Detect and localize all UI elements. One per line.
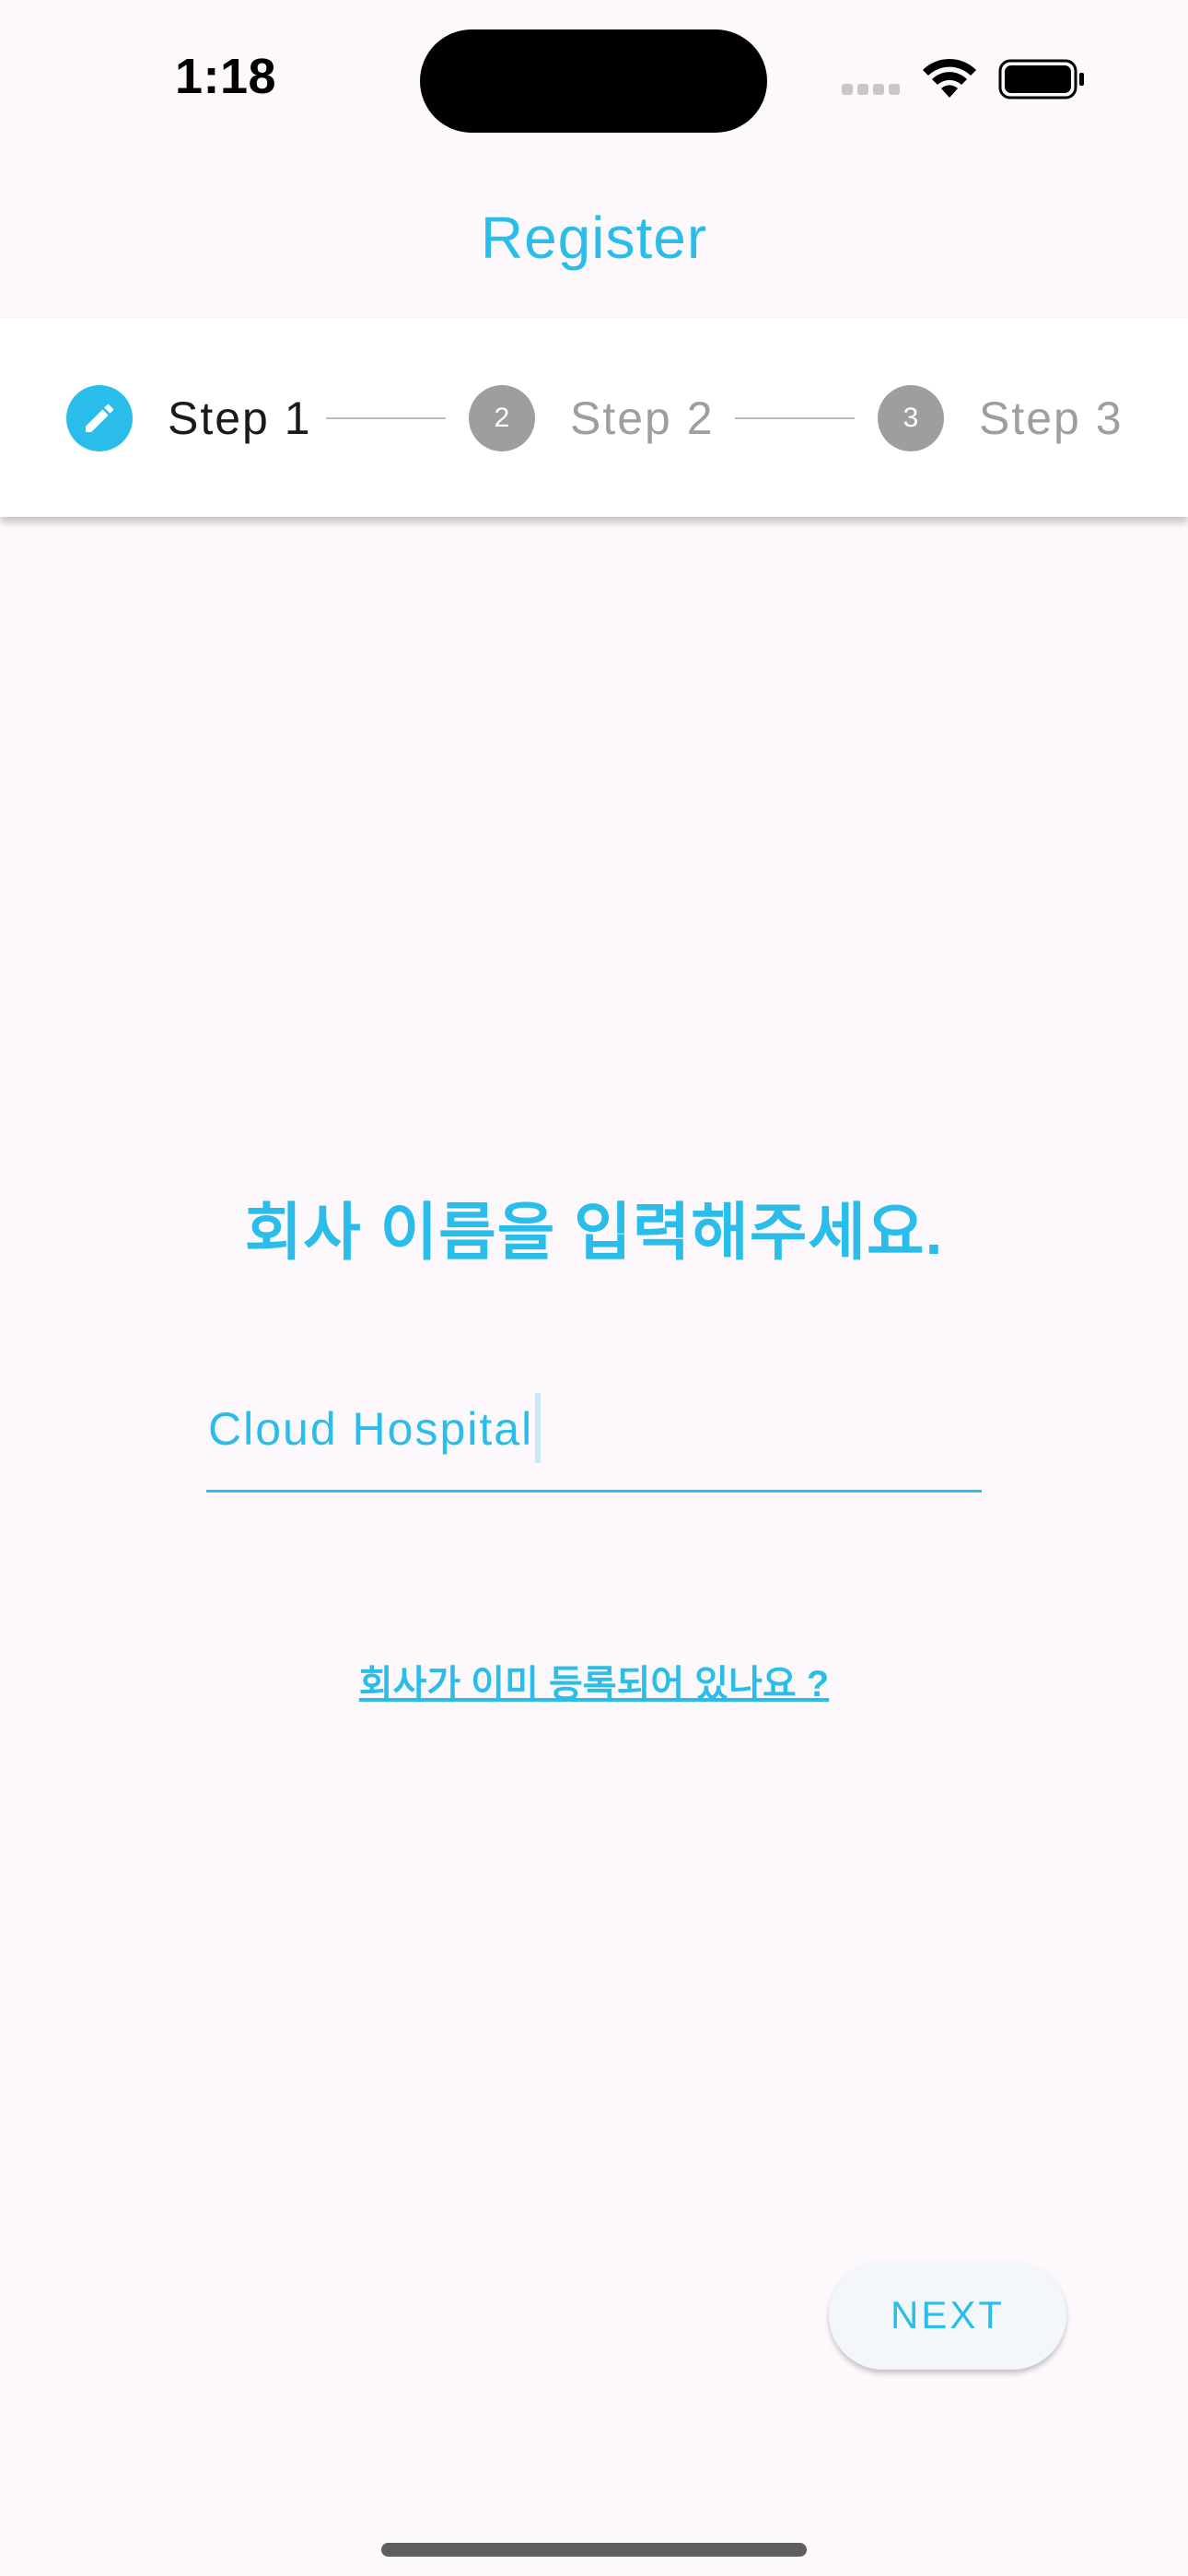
app-bar: Register — [0, 161, 1188, 318]
page-title: Register — [480, 205, 708, 271]
step-connector — [735, 417, 855, 419]
cellular-signal-icon — [842, 83, 906, 96]
step-2-label[interactable]: Step 2 — [570, 388, 715, 449]
home-indicator[interactable] — [381, 2543, 807, 2557]
stepper: Step 1 2 Step 2 3 Step 3 — [0, 318, 1188, 517]
dynamic-island — [420, 29, 767, 133]
status-time: 1:18 — [175, 49, 277, 104]
step-3-circle[interactable]: 3 — [878, 385, 944, 451]
step-1-label[interactable]: Step 1 — [168, 388, 312, 449]
company-name-heading: 회사 이름을 입력해주세요. — [244, 1198, 944, 1268]
step-1-circle[interactable] — [66, 385, 133, 451]
status-bar: 1:18 — [0, 0, 1188, 161]
step-2-circle[interactable]: 2 — [469, 385, 535, 451]
already-registered-link[interactable]: 회사가 이미 등록되어 있나요 ? — [0, 1654, 1188, 1707]
already-registered-link-text[interactable]: 회사가 이미 등록되어 있나요 ? — [359, 1664, 830, 1704]
pencil-icon — [86, 404, 114, 432]
step-connector — [326, 417, 446, 419]
step-3-label[interactable]: Step 3 — [979, 388, 1124, 449]
company-name-value: Cloud Hospital — [208, 1403, 534, 1456]
wifi-icon — [923, 58, 976, 98]
battery-icon — [998, 59, 1084, 100]
company-name-input[interactable]: Cloud Hospital — [208, 1393, 542, 1463]
next-button[interactable]: NEXT — [829, 2261, 1066, 2370]
company-name-field[interactable]: Cloud Hospital — [206, 1382, 982, 1493]
text-caret — [535, 1393, 542, 1463]
